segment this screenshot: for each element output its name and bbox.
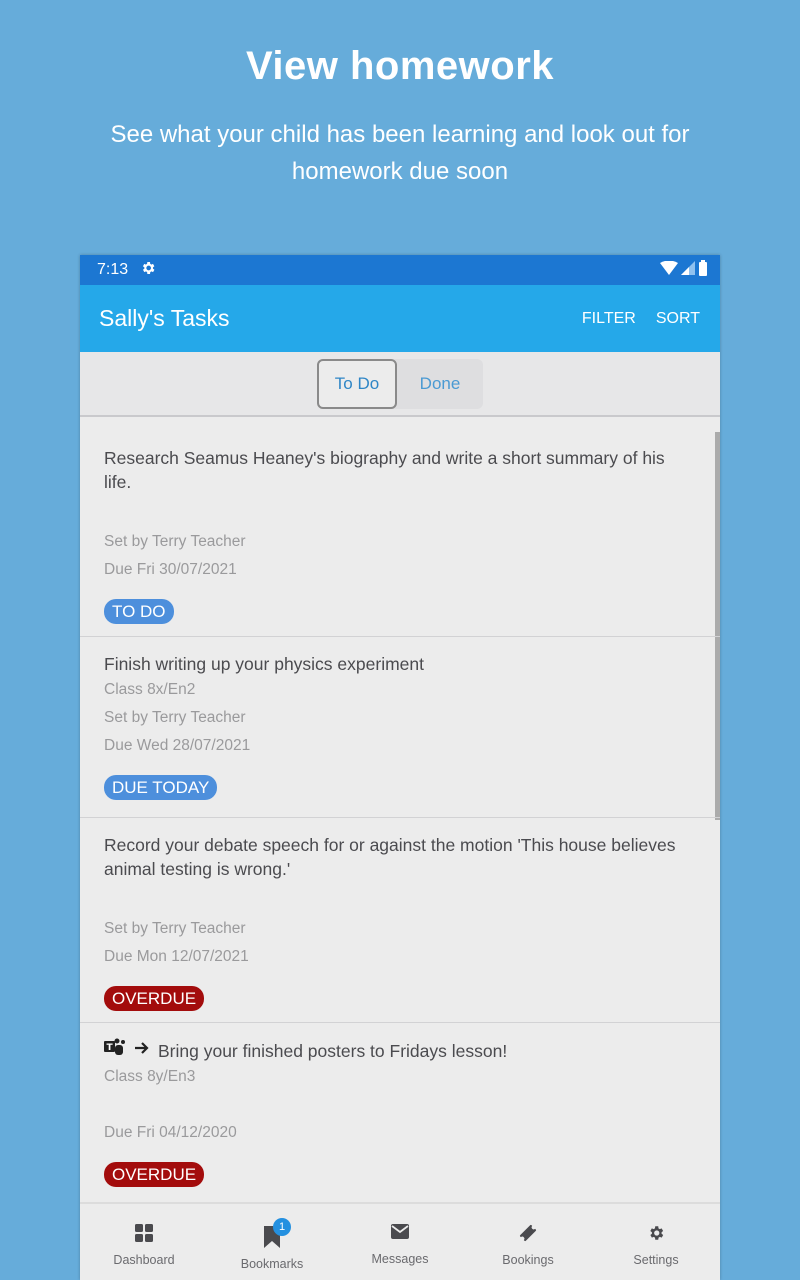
teams-icon: T [104,1038,126,1063]
battery-icon [698,259,708,281]
nav-bookmarks[interactable]: 1 Bookmarks [208,1204,336,1280]
segmented-control: To Do Done [317,358,483,409]
nav-label: Dashboard [113,1253,175,1267]
signal-icon [681,260,695,280]
tab-to-do[interactable]: To Do [317,358,397,409]
wifi-icon [660,260,678,280]
device-screen: 7:13 Sally's Tasks FILTER SORT To Do Don… [80,255,720,1280]
task-item[interactable]: Research Seamus Heaney's biography and w… [80,417,720,637]
status-bar: 7:13 [80,255,720,285]
task-item[interactable]: Record your debate speech for or against… [80,818,720,1023]
task-class: Class 8y/En3 [104,1068,196,1085]
nav-bookings[interactable]: Bookings [464,1204,592,1280]
task-list[interactable]: Research Seamus Heaney's biography and w… [80,417,720,1201]
ticket-icon [519,1224,537,1247]
status-badge: TO DO [104,599,174,624]
arrow-right-icon [134,1041,150,1060]
tab-done[interactable]: Done [397,359,483,409]
promo-subtitle: See what your child has been learning an… [110,121,690,185]
task-due-date: Due Mon 12/07/2021 [104,948,249,965]
segment-bar: To Do Done [80,352,720,417]
nav-settings[interactable]: Settings [592,1204,720,1280]
task-due-date: Due Wed 28/07/2021 [104,737,251,754]
task-set-by: Set by Terry Teacher [104,709,246,726]
task-set-by: Set by Terry Teacher [104,533,246,550]
nav-label: Messages [371,1252,429,1266]
task-class: Class 8x/En2 [104,681,196,698]
nav-messages[interactable]: Messages [336,1204,464,1280]
task-title: Finish writing up your physics experimen… [104,654,424,674]
task-due-date: Due Fri 04/12/2020 [104,1124,237,1141]
task-set-by: Set by Terry Teacher [104,920,246,937]
nav-label: Bookings [502,1253,554,1267]
task-title: Research Seamus Heaney's biography and w… [104,448,665,492]
svg-text:T: T [107,1043,114,1053]
task-title: Bring your finished posters to Fridays l… [158,1040,508,1061]
task-item[interactable]: T Bring your finished posters to Fridays… [80,1023,720,1201]
status-badge: OVERDUE [104,1162,205,1187]
nav-label: Bookmarks [240,1257,304,1271]
task-item[interactable]: Finish writing up your physics experimen… [80,637,720,818]
notification-badge: 1 [273,1218,291,1236]
status-badge: OVERDUE [104,986,205,1011]
gear-icon [140,260,156,281]
task-due-date: Due Fri 30/07/2021 [104,561,237,578]
envelope-icon [391,1224,409,1244]
sort-button[interactable]: SORT [646,302,710,336]
nav-dashboard[interactable]: Dashboard [80,1204,208,1280]
status-badge: DUE TODAY [104,775,218,800]
promo-title: View homework [245,44,555,88]
status-time: 7:13 [97,261,129,278]
grid-icon [135,1224,153,1247]
app-bar: Sally's Tasks FILTER SORT [80,285,720,352]
task-title: Record your debate speech for or against… [104,835,676,879]
filter-button[interactable]: FILTER [572,302,646,336]
nav-label: Settings [633,1253,679,1267]
gear-icon [647,1224,665,1247]
page-title: Sally's Tasks [99,305,230,331]
bottom-nav: Dashboard 1 Bookmarks Messages Bookings [80,1202,720,1280]
